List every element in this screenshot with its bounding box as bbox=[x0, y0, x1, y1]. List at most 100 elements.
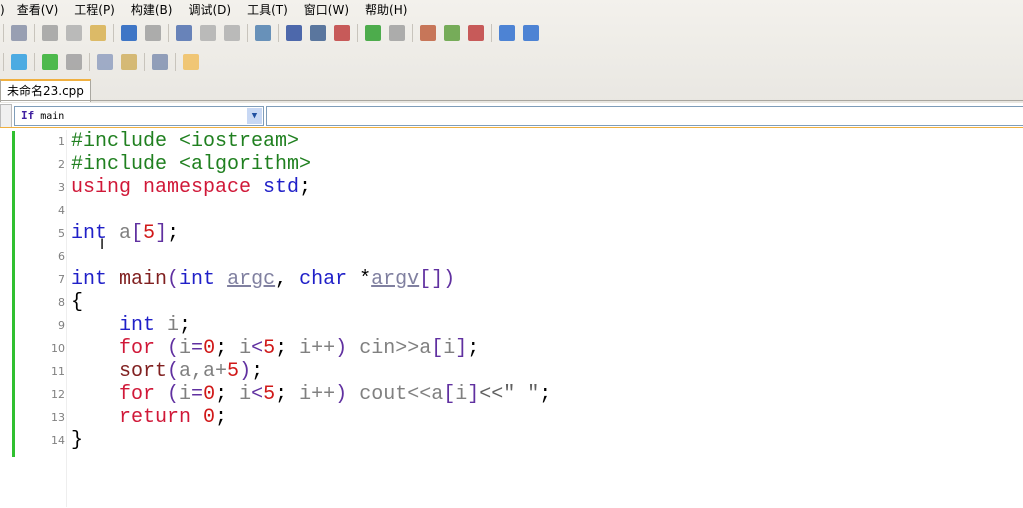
view-log-icon[interactable] bbox=[152, 54, 168, 70]
code-token: = bbox=[191, 337, 204, 360]
code-token: a,a+ bbox=[179, 360, 228, 383]
goto-icon[interactable] bbox=[255, 25, 271, 41]
code-token: i bbox=[179, 383, 192, 406]
code-token: ) bbox=[335, 383, 360, 406]
uncomment-icon[interactable] bbox=[334, 25, 350, 41]
code-token: return bbox=[71, 406, 192, 429]
code-token: 5 bbox=[263, 337, 276, 360]
stop-icon[interactable] bbox=[66, 54, 82, 70]
add-file-icon[interactable] bbox=[444, 25, 460, 41]
code-line[interactable]: int main(int argc, char *argv[]) bbox=[71, 268, 455, 291]
line-number: 11 bbox=[51, 365, 65, 378]
code-token: ; bbox=[215, 383, 240, 406]
text-cursor-icon: I bbox=[100, 237, 105, 253]
forward-icon[interactable] bbox=[389, 25, 405, 41]
code-token: main bbox=[107, 268, 168, 291]
toolbar-separator bbox=[89, 53, 90, 71]
code-token: i bbox=[239, 337, 252, 360]
line-number: 1 bbox=[58, 135, 65, 148]
code-token: ; bbox=[251, 360, 264, 383]
toolbar-separator bbox=[175, 53, 176, 71]
code-token: sort bbox=[71, 360, 168, 383]
code-token: int bbox=[71, 268, 108, 291]
code-line[interactable]: int i; bbox=[71, 314, 191, 337]
line-number: 6 bbox=[58, 250, 65, 263]
code-token: std bbox=[263, 176, 300, 199]
code-token: 5 bbox=[227, 360, 240, 383]
code-line[interactable]: return 0; bbox=[71, 406, 227, 429]
paste-icon[interactable] bbox=[90, 25, 106, 41]
bookmark-icon[interactable] bbox=[286, 25, 302, 41]
back-icon[interactable] bbox=[365, 25, 381, 41]
replace-icon[interactable] bbox=[224, 25, 240, 41]
code-token: i++ bbox=[299, 337, 336, 360]
class-browser-toggle[interactable] bbox=[0, 104, 12, 128]
toggle-comment-icon[interactable] bbox=[310, 25, 326, 41]
hand-icon[interactable] bbox=[183, 54, 199, 70]
menu-item-partial[interactable]: ) bbox=[0, 0, 9, 18]
toolbar-separator bbox=[144, 53, 145, 71]
menu-item[interactable]: 构建(B) bbox=[123, 0, 181, 18]
print-icon[interactable] bbox=[11, 25, 27, 41]
code-line[interactable]: sort(a,a+5); bbox=[71, 360, 263, 383]
code-token: for bbox=[71, 383, 156, 406]
chevron-down-icon[interactable]: ▼ bbox=[247, 108, 262, 124]
code-token: for bbox=[71, 337, 156, 360]
function-combo[interactable]: If main ▼ bbox=[14, 106, 264, 126]
help-icon[interactable] bbox=[499, 25, 515, 41]
undo-icon[interactable] bbox=[121, 25, 137, 41]
code-line[interactable]: } bbox=[71, 429, 83, 452]
code-token: 0 bbox=[203, 383, 216, 406]
code-token: ; bbox=[275, 383, 300, 406]
menu-item[interactable]: 工具(T) bbox=[239, 0, 296, 18]
code-line[interactable]: for (i=0; i<5; i++) cin>>a[i]; bbox=[71, 337, 479, 360]
code-line[interactable]: #include <iostream> bbox=[71, 130, 299, 153]
code-token: 0 bbox=[203, 337, 216, 360]
code-line[interactable]: { bbox=[71, 291, 83, 314]
find-next-icon[interactable] bbox=[200, 25, 216, 41]
line-number: 13 bbox=[51, 411, 65, 424]
menu-item[interactable]: 查看(V) bbox=[9, 0, 67, 18]
code-line[interactable]: int a[5]; bbox=[71, 222, 179, 245]
code-token: int bbox=[71, 314, 156, 337]
code-line[interactable]: for (i=0; i<5; i++) cout<<a[i]<<" "; bbox=[71, 383, 551, 406]
code-line[interactable]: using namespace std; bbox=[71, 176, 311, 199]
about-icon[interactable] bbox=[523, 25, 539, 41]
code-token: * bbox=[347, 268, 372, 291]
code-token: argv bbox=[371, 268, 420, 291]
code-line[interactable]: #include <algorithm> bbox=[71, 153, 311, 176]
code-token: using namespace bbox=[71, 176, 264, 199]
code-token: , bbox=[275, 268, 300, 291]
copy-icon[interactable] bbox=[66, 25, 82, 41]
find-icon[interactable] bbox=[176, 25, 192, 41]
tab-file[interactable]: 未命名23.cpp bbox=[0, 79, 91, 102]
close-file-icon[interactable] bbox=[468, 25, 484, 41]
rebuild-icon[interactable] bbox=[11, 54, 27, 70]
code-token: i bbox=[455, 383, 468, 406]
code-token: ] bbox=[155, 222, 168, 245]
compile-project-icon[interactable] bbox=[121, 54, 137, 70]
menu-item[interactable]: 帮助(H) bbox=[357, 0, 415, 18]
new-project-icon[interactable] bbox=[420, 25, 436, 41]
code-token: i bbox=[443, 337, 456, 360]
gutter-divider bbox=[66, 130, 67, 507]
cut-icon[interactable] bbox=[42, 25, 58, 41]
menu-item[interactable]: 调试(D) bbox=[180, 0, 239, 18]
code-token: #include <algorithm> bbox=[71, 153, 312, 176]
code-token: ( bbox=[155, 337, 180, 360]
compile-toolbar bbox=[0, 50, 203, 74]
menu-item[interactable]: 工程(P) bbox=[66, 0, 123, 18]
toolbar-separator bbox=[491, 24, 492, 42]
line-number: 12 bbox=[51, 388, 65, 401]
redo-icon[interactable] bbox=[145, 25, 161, 41]
line-number: 2 bbox=[58, 158, 65, 171]
code-token: < bbox=[251, 337, 264, 360]
menu-item[interactable]: 窗口(W) bbox=[296, 0, 357, 18]
compile-file-icon[interactable] bbox=[97, 54, 113, 70]
divider bbox=[0, 100, 1023, 101]
member-combo[interactable] bbox=[266, 106, 1023, 126]
code-token: ] bbox=[455, 337, 468, 360]
code-token: ; bbox=[215, 406, 228, 429]
toolbar-separator bbox=[247, 24, 248, 42]
run-icon[interactable] bbox=[42, 54, 58, 70]
